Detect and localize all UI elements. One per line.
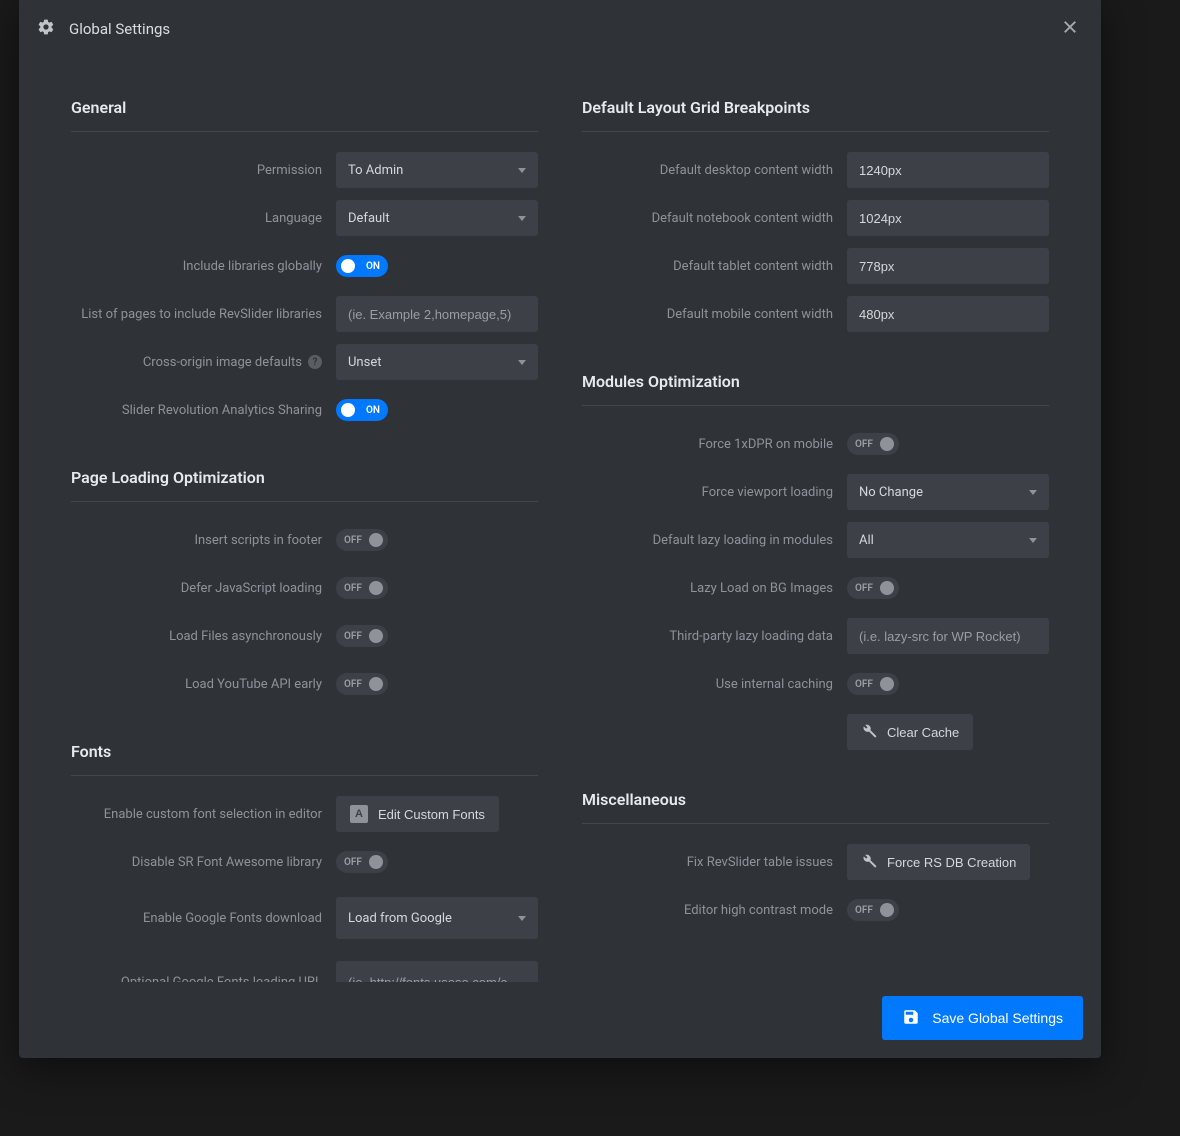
section-misc: Miscellaneous Fix RevSlider table issues… [582, 790, 1049, 928]
section-fonts: Fonts Enable custom font selection in ed… [71, 742, 538, 982]
input-tablet-width[interactable] [847, 248, 1049, 284]
help-icon[interactable]: ? [308, 355, 322, 369]
modal-body: General Permission To Admin Language Def… [19, 58, 1101, 982]
label-youtube-api: Load YouTube API early [71, 677, 322, 692]
label-viewport: Force viewport loading [582, 485, 833, 500]
section-title-misc: Miscellaneous [582, 790, 1049, 824]
label-footer-scripts: Insert scripts in footer [71, 533, 322, 548]
toggle-caching[interactable]: OFF [847, 673, 899, 695]
font-icon: A [350, 805, 368, 823]
section-breakpoints: Default Layout Grid Breakpoints Default … [582, 98, 1049, 332]
toggle-footer-scripts[interactable]: OFF [336, 529, 388, 551]
toggle-disable-fa[interactable]: OFF [336, 851, 388, 873]
label-include-libs: Include libraries globally [71, 259, 322, 274]
wrench-icon [861, 723, 877, 742]
label-pages-list: List of pages to include RevSlider libra… [71, 307, 322, 322]
label-language: Language [71, 211, 322, 226]
close-icon[interactable] [1057, 14, 1083, 44]
input-third-party[interactable] [847, 618, 1049, 654]
modal-title: Global Settings [69, 20, 1043, 38]
section-title-modules: Modules Optimization [582, 372, 1049, 406]
label-lazy-default: Default lazy loading in modules [582, 533, 833, 548]
wrench-icon [861, 853, 877, 872]
label-async-files: Load Files asynchronously [71, 629, 322, 644]
label-disable-fa: Disable SR Font Awesome library [71, 855, 322, 870]
toggle-async-files[interactable]: OFF [336, 625, 388, 647]
section-modules: Modules Optimization Force 1xDPR on mobi… [582, 372, 1049, 750]
modal-header: Global Settings [19, 0, 1101, 58]
select-cross-origin[interactable]: Unset [336, 344, 538, 380]
label-contrast: Editor high contrast mode [582, 903, 833, 918]
label-third-party: Third-party lazy loading data [582, 629, 833, 644]
label-custom-font: Enable custom font selection in editor [71, 807, 322, 822]
label-analytics: Slider Revolution Analytics Sharing [71, 403, 322, 418]
save-icon [902, 1008, 920, 1029]
section-title-page-loading: Page Loading Optimization [71, 468, 538, 502]
gear-icon [37, 18, 55, 40]
label-gf-url: Optional Google Fonts loading URL [71, 975, 322, 983]
section-title-breakpoints: Default Layout Grid Breakpoints [582, 98, 1049, 132]
modal-footer: Save Global Settings [19, 982, 1101, 1058]
toggle-include-libs[interactable]: ON [336, 255, 388, 277]
label-mobile-width: Default mobile content width [582, 307, 833, 322]
clear-cache-button[interactable]: Clear Cache [847, 714, 973, 750]
label-google-fonts: Enable Google Fonts download [71, 911, 322, 926]
label-desktop-width: Default desktop content width [582, 163, 833, 178]
label-tablet-width: Default tablet content width [582, 259, 833, 274]
label-notebook-width: Default notebook content width [582, 211, 833, 226]
left-column: General Permission To Admin Language Def… [71, 98, 538, 962]
label-lazy-bg: Lazy Load on BG Images [582, 581, 833, 596]
section-title-general: General [71, 98, 538, 132]
section-page-loading: Page Loading Optimization Insert scripts… [71, 468, 538, 702]
select-google-fonts[interactable]: Load from Google [336, 897, 538, 939]
input-desktop-width[interactable] [847, 152, 1049, 188]
input-gf-url[interactable] [336, 961, 538, 982]
input-mobile-width[interactable] [847, 296, 1049, 332]
toggle-contrast[interactable]: OFF [847, 899, 899, 921]
toggle-youtube-api[interactable]: OFF [336, 673, 388, 695]
label-fix-table: Fix RevSlider table issues [582, 855, 833, 870]
select-lazy-default[interactable]: All [847, 522, 1049, 558]
label-permission: Permission [71, 163, 322, 178]
save-button[interactable]: Save Global Settings [882, 996, 1083, 1040]
toggle-dpr[interactable]: OFF [847, 433, 899, 455]
section-general: General Permission To Admin Language Def… [71, 98, 538, 428]
right-column: Default Layout Grid Breakpoints Default … [582, 98, 1049, 962]
edit-custom-fonts-button[interactable]: A Edit Custom Fonts [336, 796, 499, 832]
select-viewport[interactable]: No Change [847, 474, 1049, 510]
toggle-analytics[interactable]: ON [336, 399, 388, 421]
input-pages-list[interactable] [336, 296, 538, 332]
select-permission[interactable]: To Admin [336, 152, 538, 188]
label-dpr: Force 1xDPR on mobile [582, 437, 833, 452]
label-cross-origin: Cross-origin image defaults? [71, 355, 322, 370]
toggle-lazy-bg[interactable]: OFF [847, 577, 899, 599]
section-title-fonts: Fonts [71, 742, 538, 776]
toggle-defer-js[interactable]: OFF [336, 577, 388, 599]
label-defer-js: Defer JavaScript loading [71, 581, 322, 596]
input-notebook-width[interactable] [847, 200, 1049, 236]
global-settings-modal: Global Settings General Permission To Ad… [19, 0, 1101, 1058]
force-db-button[interactable]: Force RS DB Creation [847, 844, 1030, 880]
label-caching: Use internal caching [582, 677, 833, 692]
select-language[interactable]: Default [336, 200, 538, 236]
